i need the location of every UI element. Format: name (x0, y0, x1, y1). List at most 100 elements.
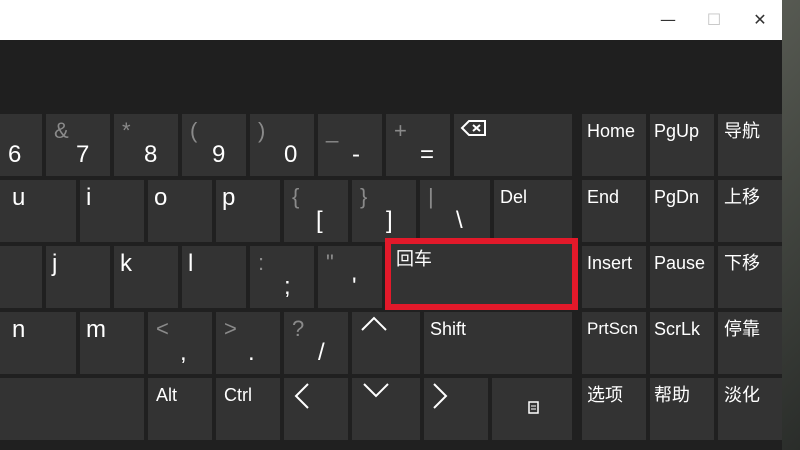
key-p[interactable]: p (216, 180, 280, 242)
key-pgdn[interactable]: PgDn (650, 180, 714, 242)
key-pause[interactable]: Pause (650, 246, 714, 308)
key-backslash-shift-label: | (428, 184, 434, 209)
key-8[interactable]: * 8 (114, 114, 178, 176)
key-left-bracket-label: [ (316, 207, 323, 234)
key-end[interactable]: End (582, 180, 646, 242)
key-7[interactable]: & 7 (46, 114, 110, 176)
key-l[interactable]: l (182, 246, 246, 308)
key-backspace[interactable] (454, 114, 572, 176)
key-scrlk[interactable]: ScrLk (650, 312, 714, 374)
key-quote-label: ' (352, 273, 357, 300)
key-u-label: u (12, 184, 26, 211)
key-alt[interactable]: Alt (148, 378, 212, 440)
key-slash-shift-label: ? (292, 316, 305, 341)
arrow-down-icon (363, 383, 389, 398)
key-h[interactable] (0, 246, 42, 308)
key-context-menu[interactable] (492, 378, 572, 440)
key-home-label: Home (587, 121, 636, 141)
key-move-down[interactable]: 下移 (718, 246, 782, 308)
close-button[interactable]: ✕ (737, 0, 782, 40)
key-pgup[interactable]: PgUp (650, 114, 714, 176)
key-m[interactable]: m (80, 312, 144, 374)
key-del-label: Del (500, 187, 528, 207)
key-o-label: o (154, 184, 168, 211)
key-help[interactable]: 帮助 (650, 378, 714, 440)
key-comma[interactable]: < , (148, 312, 212, 374)
key-semicolon-label: ; (284, 273, 291, 300)
context-menu-icon (528, 401, 539, 414)
key-pgdn-label: PgDn (654, 187, 700, 207)
key-0-label: 0 (284, 141, 298, 168)
key-period-shift-label: > (224, 316, 237, 341)
key-fade-label: 淡化 (724, 385, 760, 405)
key-fn[interactable] (0, 378, 144, 440)
key-right-bracket-label: ] (386, 207, 393, 234)
key-comma-label: , (180, 339, 187, 366)
key-fade[interactable]: 淡化 (718, 378, 782, 440)
key-9-label: 9 (212, 141, 226, 168)
key-semicolon-shift-label: : (258, 250, 265, 275)
key-i[interactable]: i (80, 180, 144, 242)
key-k[interactable]: k (114, 246, 178, 308)
key-prtscn[interactable]: PrtScn (582, 312, 646, 374)
key-home[interactable]: Home (582, 114, 646, 176)
key-ctrl[interactable]: Ctrl (216, 378, 280, 440)
key-equals[interactable]: + = (386, 114, 450, 176)
key-insert-label: Insert (587, 253, 633, 273)
key-semicolon[interactable]: : ; (250, 246, 314, 308)
key-i-label: i (86, 184, 92, 211)
key-left-bracket[interactable]: { [ (284, 180, 348, 242)
key-equals-shift-label: + (394, 118, 407, 143)
key-arrow-left[interactable] (284, 378, 348, 440)
key-shift-label: Shift (430, 319, 467, 339)
key-scrlk-label: ScrLk (654, 319, 701, 339)
enter-key[interactable]: 回车 (388, 242, 572, 308)
key-help-label: 帮助 (654, 385, 690, 405)
key-move-up-label: 上移 (724, 187, 760, 207)
key-n[interactable]: n (0, 312, 76, 374)
key-u[interactable]: u (0, 180, 76, 242)
key-period[interactable]: > . (216, 312, 280, 374)
key-7-label: 7 (76, 141, 90, 168)
key-slash[interactable]: ? / (284, 312, 348, 374)
key-pause-label: Pause (654, 253, 706, 273)
key-8-label: 8 (144, 141, 158, 168)
key-ctrl-label: Ctrl (224, 385, 252, 405)
key-dock-pause[interactable]: 停靠 (718, 312, 782, 374)
key-j[interactable]: j (46, 246, 110, 308)
key-shift[interactable]: Shift (424, 312, 572, 374)
key-options[interactable]: 选项 (582, 378, 646, 440)
key-dock[interactable]: 导航 (718, 114, 782, 176)
key-backslash-label: \ (456, 207, 463, 234)
key-right-bracket[interactable]: } ] (352, 180, 416, 242)
key-slash-label: / (318, 339, 325, 366)
key-dock-label: 导航 (724, 121, 760, 141)
key-o[interactable]: o (148, 180, 212, 242)
key-6-label: 6 (8, 141, 22, 168)
key-options-label: 选项 (587, 385, 623, 405)
key-comma-shift-label: < (156, 316, 169, 341)
key-9-shift-label: ( (190, 118, 198, 143)
key-equals-label: = (420, 141, 435, 168)
minimize-button[interactable]: — (645, 0, 691, 40)
key-n-label: n (12, 316, 26, 343)
key-insert[interactable]: Insert (582, 246, 646, 308)
key-del[interactable]: Del (494, 180, 572, 242)
key-minus[interactable]: _ - (318, 114, 382, 176)
key-0[interactable]: ) 0 (250, 114, 314, 176)
key-7-shift-label: & (54, 118, 69, 143)
title-bar: — ☐ ✕ (0, 0, 782, 40)
key-m-label: m (86, 316, 106, 343)
key-arrow-down[interactable] (352, 378, 420, 440)
key-j-label: j (52, 250, 58, 277)
key-backslash[interactable]: | \ (420, 180, 490, 242)
key-quote[interactable]: " ' (318, 246, 382, 308)
key-move-up[interactable]: 上移 (718, 180, 782, 242)
key-arrow-right[interactable] (424, 378, 488, 440)
key-9[interactable]: ( 9 (182, 114, 246, 176)
key-pgup-label: PgUp (654, 121, 700, 141)
key-arrow-up[interactable] (352, 312, 420, 374)
key-k-label: k (120, 250, 132, 277)
arrow-up-icon (361, 316, 387, 331)
key-6[interactable]: 6 (0, 114, 42, 176)
